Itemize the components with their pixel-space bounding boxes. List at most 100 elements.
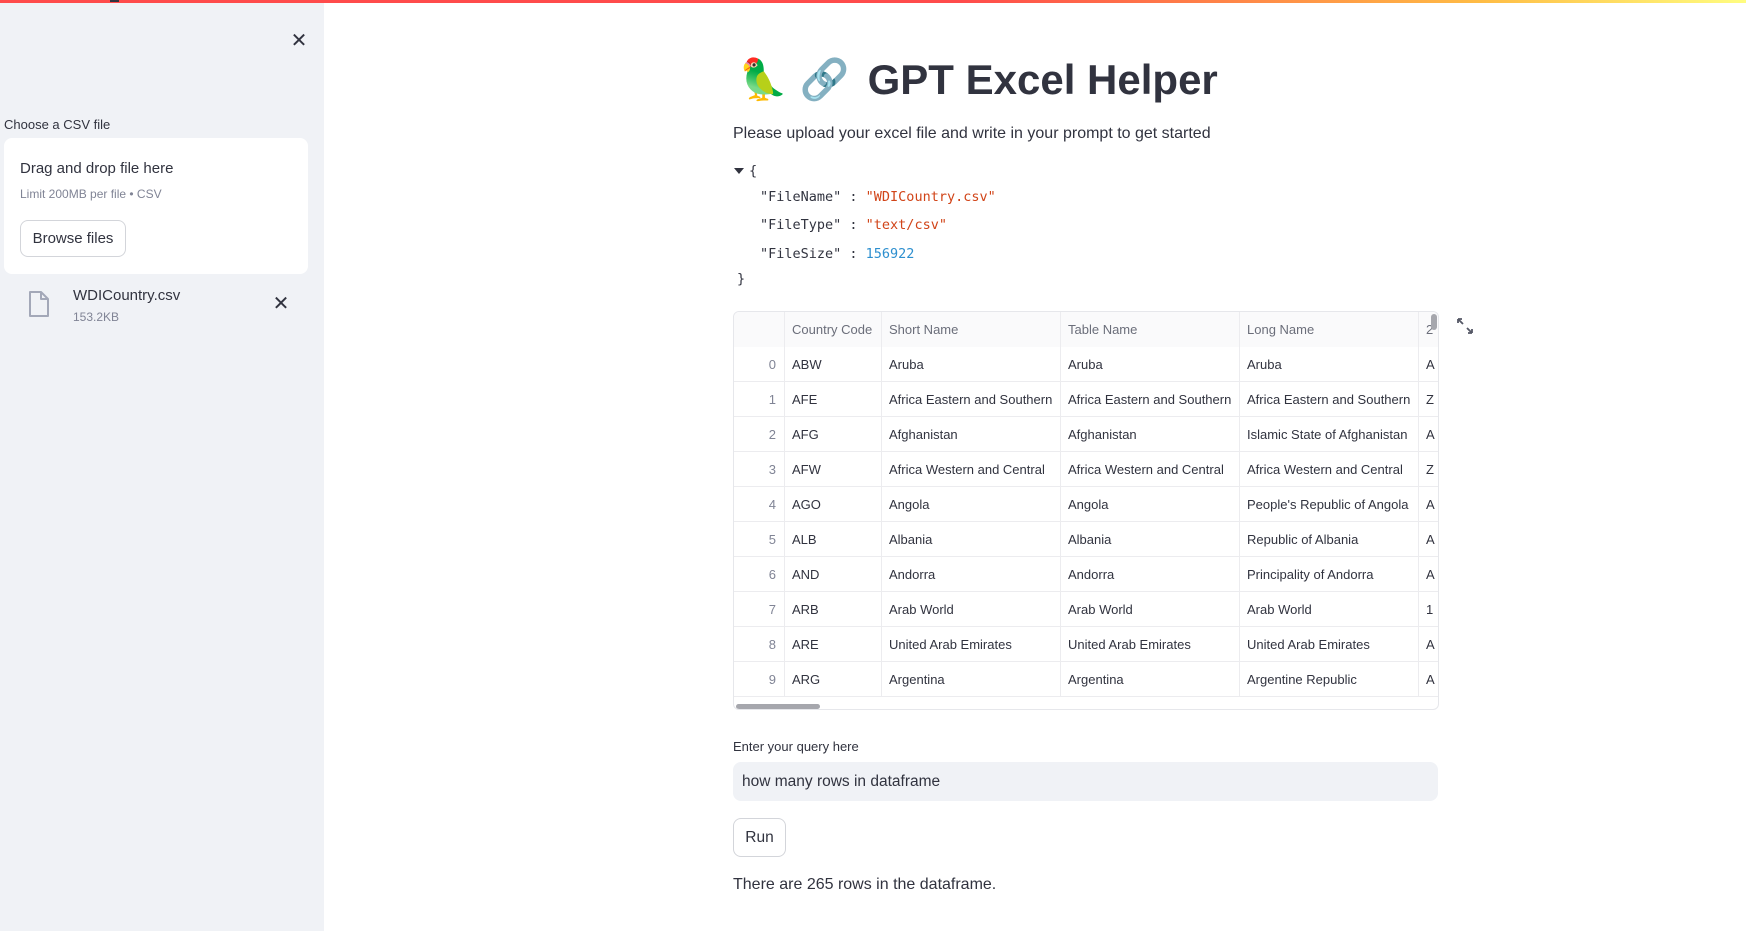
json-close-brace: } <box>737 271 746 287</box>
table-cell: Andorra <box>882 557 1061 592</box>
table-cell: ARB <box>785 592 882 627</box>
query-label: Enter your query here <box>733 739 859 754</box>
table-row: 0 ABW Aruba Aruba Aruba A <box>734 347 1438 382</box>
collapse-caret-icon[interactable] <box>734 168 744 174</box>
table-cell: AND <box>785 557 882 592</box>
dropzone-limit: Limit 200MB per file • CSV <box>20 187 162 201</box>
table-cell: AFW <box>785 452 882 487</box>
table-row: 2 AFG Afghanistan Afghanistan Islamic State … <box>734 417 1438 452</box>
table-cell: 1 <box>1419 592 1438 627</box>
row-index-cell: 2 <box>734 417 785 452</box>
page-title-text: GPT Excel Helper <box>867 56 1218 103</box>
uploaded-file-item: WDICountry.csv 153.2KB ✕ <box>24 285 304 329</box>
table-cell: A <box>1419 557 1438 592</box>
row-index-cell: 1 <box>734 382 785 417</box>
table-cell: A <box>1419 487 1438 522</box>
table-row: 1 AFE Africa Eastern and Southern Africa Ea… <box>734 382 1438 417</box>
table-cell: ABW <box>785 347 882 382</box>
row-index-cell: 0 <box>734 347 785 382</box>
table-cell: Z <box>1419 382 1438 417</box>
file-dropzone[interactable]: Drag and drop file here Limit 200MB per … <box>4 138 308 274</box>
table-row: 4 AGO Angola Angola People's Republic of Ang… <box>734 487 1438 522</box>
sidebar: ✕ Choose a CSV file Drag and drop file h… <box>0 3 324 931</box>
table-header-cell[interactable]: Long Name <box>1240 312 1419 347</box>
table-cell: Principality of Andorra <box>1240 557 1419 592</box>
table-cell: People's Republic of Angola <box>1240 487 1419 522</box>
uploaded-file-size: 153.2KB <box>73 310 120 324</box>
table-cell: ARE <box>785 627 882 662</box>
table-cell: ARG <box>785 662 882 697</box>
row-index-cell: 6 <box>734 557 785 592</box>
browse-files-button[interactable]: Browse files <box>20 220 126 257</box>
json-entry: "FileName" : "WDICountry.csv" <box>760 189 996 205</box>
table-row: 9 ARG Argentina Argentina Argentine Republic… <box>734 662 1438 697</box>
table-cell: Africa Western and Central <box>882 452 1061 487</box>
table-cell: Africa Western and Central <box>1061 452 1240 487</box>
table-header-row: Country Code Short Name Table Name Long Nam… <box>734 312 1438 347</box>
query-input[interactable] <box>733 762 1438 801</box>
dataframe-table[interactable]: 9 ARG Argentina Argentina Argentine Republic… <box>733 311 1439 710</box>
page-title: 🦜 🔗 GPT Excel Helper <box>738 52 1218 108</box>
remove-file-icon[interactable]: ✕ <box>270 293 292 315</box>
json-open-brace: { <box>749 163 758 179</box>
fullscreen-icon[interactable] <box>1455 316 1475 336</box>
table-cell: United Arab Emirates <box>882 627 1061 662</box>
table-cell: Africa Western and Central <box>1240 452 1419 487</box>
table-cell: AFE <box>785 382 882 417</box>
row-index-cell: 4 <box>734 487 785 522</box>
table-cell: Arab World <box>1061 592 1240 627</box>
row-index-cell: 9 <box>734 662 785 697</box>
table-cell: Angola <box>882 487 1061 522</box>
table-cell: Africa Eastern and Southern <box>1061 382 1240 417</box>
table-header-cell[interactable]: Table Name <box>1061 312 1240 347</box>
table-row: 7 ARB Arab World Arab World Arab World 1 <box>734 592 1438 627</box>
uploaded-file-name: WDICountry.csv <box>73 287 181 304</box>
table-cell: Albania <box>882 522 1061 557</box>
table-cell: A <box>1419 662 1438 697</box>
table-cell: Argentina <box>1061 662 1240 697</box>
table-cell: Afghanistan <box>882 417 1061 452</box>
row-index-cell: 8 <box>734 627 785 662</box>
table-cell: Aruba <box>1061 347 1240 382</box>
table-cell: ALB <box>785 522 882 557</box>
table-cell: United Arab Emirates <box>1240 627 1419 662</box>
table-cell: Andorra <box>1061 557 1240 592</box>
table-header-cell[interactable]: Short Name <box>882 312 1061 347</box>
table-cell: Argentina <box>882 662 1061 697</box>
table-cell: Z <box>1419 452 1438 487</box>
dropzone-title: Drag and drop file here <box>20 160 174 177</box>
top-mark <box>110 0 119 2</box>
table-cell: Afghanistan <box>1061 417 1240 452</box>
json-entry: "FileSize" : 156922 <box>760 246 915 262</box>
link-icon: 🔗 <box>799 58 850 102</box>
table-cell: Aruba <box>1240 347 1419 382</box>
vertical-scrollbar[interactable] <box>1431 314 1437 330</box>
table-header-cell[interactable]: Country Code <box>785 312 882 347</box>
table-cell: A <box>1419 627 1438 662</box>
table-cell: A <box>1419 522 1438 557</box>
table-row: 8 ARE United Arab Emirates United Arab Emir… <box>734 627 1438 662</box>
table-cell: Republic of Albania <box>1240 522 1419 557</box>
table-cell: Africa Eastern and Southern <box>1240 382 1419 417</box>
table-cell: Arab World <box>882 592 1061 627</box>
table-cell: A <box>1419 417 1438 452</box>
table-cell: Albania <box>1061 522 1240 557</box>
horizontal-scrollbar[interactable] <box>736 704 820 709</box>
file-icon <box>29 291 49 317</box>
table-row: 5 ALB Albania Albania Republic of Albania A <box>734 522 1438 557</box>
run-button[interactable]: Run <box>733 818 786 857</box>
close-sidebar-icon[interactable]: ✕ <box>287 29 311 53</box>
table-cell: AFG <box>785 417 882 452</box>
table-cell: Argentine Republic <box>1240 662 1419 697</box>
row-index-cell: 5 <box>734 522 785 557</box>
parrot-icon: 🦜 <box>738 58 788 102</box>
page-subtitle: Please upload your excel file and write … <box>733 125 1211 142</box>
table-cell: United Arab Emirates <box>1061 627 1240 662</box>
table-cell: Aruba <box>882 347 1061 382</box>
table-cell: Angola <box>1061 487 1240 522</box>
table-header-cell[interactable] <box>734 312 785 347</box>
table-cell: AGO <box>785 487 882 522</box>
row-index-cell: 3 <box>734 452 785 487</box>
table-cell: Islamic State of Afghanistan <box>1240 417 1419 452</box>
table-cell: Arab World <box>1240 592 1419 627</box>
